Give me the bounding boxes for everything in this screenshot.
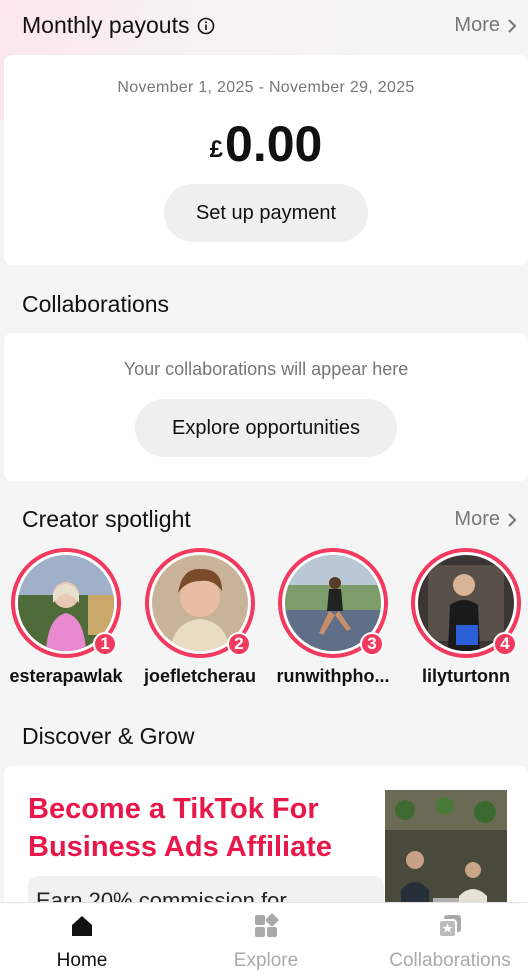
chevron-right-icon — [508, 18, 517, 33]
spotlight-title: Creator spotlight — [22, 506, 191, 532]
creator-avatar-ring: 4 — [411, 548, 521, 658]
creator-card-3[interactable]: 3 runwithpho... — [263, 548, 403, 687]
collaborations-title: Collaborations — [22, 291, 170, 317]
nav-collaborations-label: Collaborations — [389, 950, 511, 971]
creator-card-2[interactable]: 2 joefletcherau — [130, 548, 270, 687]
creator-rank-badge: 2 — [227, 632, 251, 656]
affiliate-promo-card[interactable]: Become a TikTok For Business Ads Affilia… — [4, 766, 528, 906]
nav-home[interactable]: Home — [52, 913, 112, 972]
creator-rank-badge: 3 — [360, 632, 384, 656]
spotlight-more-label: More — [454, 508, 500, 530]
nav-collaborations[interactable]: Collaborations — [382, 913, 518, 972]
payouts-header: Monthly payouts More — [22, 12, 518, 39]
discover-title: Discover & Grow — [22, 723, 195, 749]
nav-explore-label: Explore — [233, 950, 299, 971]
payout-value: 0.00 — [225, 116, 323, 172]
explore-opportunities-button[interactable]: Explore opportunities — [135, 399, 397, 457]
discover-header: Discover & Grow — [22, 723, 518, 750]
collaborations-header: Collaborations — [22, 291, 518, 318]
payouts-card: November 1, 2025 - November 29, 2025 £0.… — [4, 55, 528, 265]
creator-name: runwithpho... — [276, 666, 390, 686]
creator-name: lilyturtonn — [422, 666, 510, 686]
setup-payment-button[interactable]: Set up payment — [164, 184, 368, 242]
collaborations-icon — [438, 915, 461, 938]
spotlight-header: Creator spotlight More — [22, 506, 518, 533]
creator-rank-badge: 1 — [93, 632, 117, 656]
creator-card-4[interactable]: 4 lilyturtonn — [396, 548, 528, 687]
creator-name: joefletcherau — [143, 666, 257, 686]
collaborations-empty-message: Your collaborations will appear here — [123, 359, 409, 379]
explore-icon — [255, 913, 279, 937]
creator-avatar-ring: 3 — [278, 548, 388, 658]
promo-image — [385, 790, 507, 906]
payout-currency: £ — [209, 136, 224, 163]
payouts-title: Monthly payouts — [22, 12, 190, 38]
payouts-title-wrap: Monthly payouts — [22, 12, 215, 39]
nav-explore[interactable]: Explore — [226, 913, 306, 972]
promo-title: Become a TikTok For Business Ads Affilia… — [28, 793, 333, 863]
payouts-more-label: More — [454, 14, 500, 36]
bottom-nav: Home Explore Collaborations — [0, 902, 528, 974]
spotlight-more-link[interactable]: More — [454, 508, 518, 531]
creator-name: esterapawlak — [9, 666, 123, 686]
creator-avatar-ring: 2 — [145, 548, 255, 658]
creator-avatar-ring: 1 — [11, 548, 121, 658]
home-icon — [72, 916, 92, 936]
payouts-more-link[interactable]: More — [454, 14, 518, 37]
creator-rank-badge: 4 — [493, 632, 517, 656]
creator-card-1[interactable]: 1 esterapawlak — [0, 548, 136, 687]
payout-amount: £0.00 — [4, 115, 528, 173]
info-icon[interactable] — [197, 17, 215, 35]
chevron-right-icon — [508, 512, 517, 527]
collaborations-card: Your collaborations will appear here Exp… — [4, 333, 528, 481]
nav-home-label: Home — [56, 950, 108, 971]
payout-period: November 1, 2025 - November 29, 2025 — [117, 79, 415, 96]
